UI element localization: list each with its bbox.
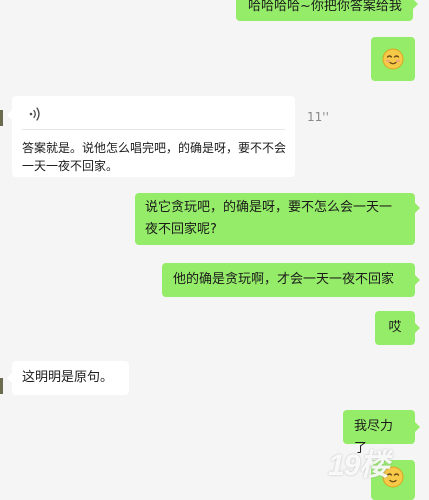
sent-emoji-bubble[interactable] bbox=[371, 37, 415, 81]
transcript-line: 一天一夜不回家。 bbox=[22, 159, 119, 173]
message-text: 夜不回家呢? bbox=[145, 222, 217, 237]
sent-message-bubble[interactable]: 我尽力了 bbox=[343, 410, 420, 456]
sent-message-bubble[interactable]: 哎 bbox=[375, 311, 420, 345]
message-text: 哈哈哈哈~你把你答案给我 bbox=[248, 0, 402, 14]
received-message-bubble[interactable]: 这明明是原句。 bbox=[7, 361, 129, 395]
sent-message-bubble[interactable]: 哈哈哈哈~你把你答案给我 bbox=[236, 0, 418, 21]
sent-message-bubble[interactable]: 说它贪玩吧，的确是呀，要不怎么会一天一 夜不回家呢? bbox=[135, 193, 420, 245]
message-text: 说它贪玩吧，的确是呀，要不怎么会一天一 bbox=[145, 200, 393, 215]
voice-wave-icon[interactable] bbox=[28, 106, 42, 122]
watermark-text: 19楼 bbox=[328, 449, 389, 482]
smiling-face-emoji-icon bbox=[382, 48, 404, 70]
message-text: 哎 bbox=[388, 320, 402, 335]
voice-duration: 11'' bbox=[307, 110, 329, 124]
transcript-line: 答案就是。说他怎么唱完吧，的确是呀，要不不会 bbox=[22, 141, 287, 155]
received-voice-bubble[interactable]: 答案就是。说他怎么唱完吧，的确是呀，要不不会 一天一夜不回家。 bbox=[7, 96, 295, 177]
voice-divider bbox=[22, 129, 285, 130]
contact-avatar[interactable] bbox=[0, 110, 3, 126]
contact-avatar[interactable] bbox=[0, 378, 3, 394]
voice-transcript: 答案就是。说他怎么唱完吧，的确是呀，要不不会 一天一夜不回家。 bbox=[22, 139, 286, 175]
message-text: 这明明是原句。 bbox=[22, 370, 114, 385]
sent-message-bubble[interactable]: 他的确是贪玩啊，才会一天一夜不回家 bbox=[162, 263, 420, 297]
site-watermark: 19楼 bbox=[328, 440, 389, 484]
message-text: 他的确是贪玩啊，才会一天一夜不回家 bbox=[173, 272, 395, 287]
